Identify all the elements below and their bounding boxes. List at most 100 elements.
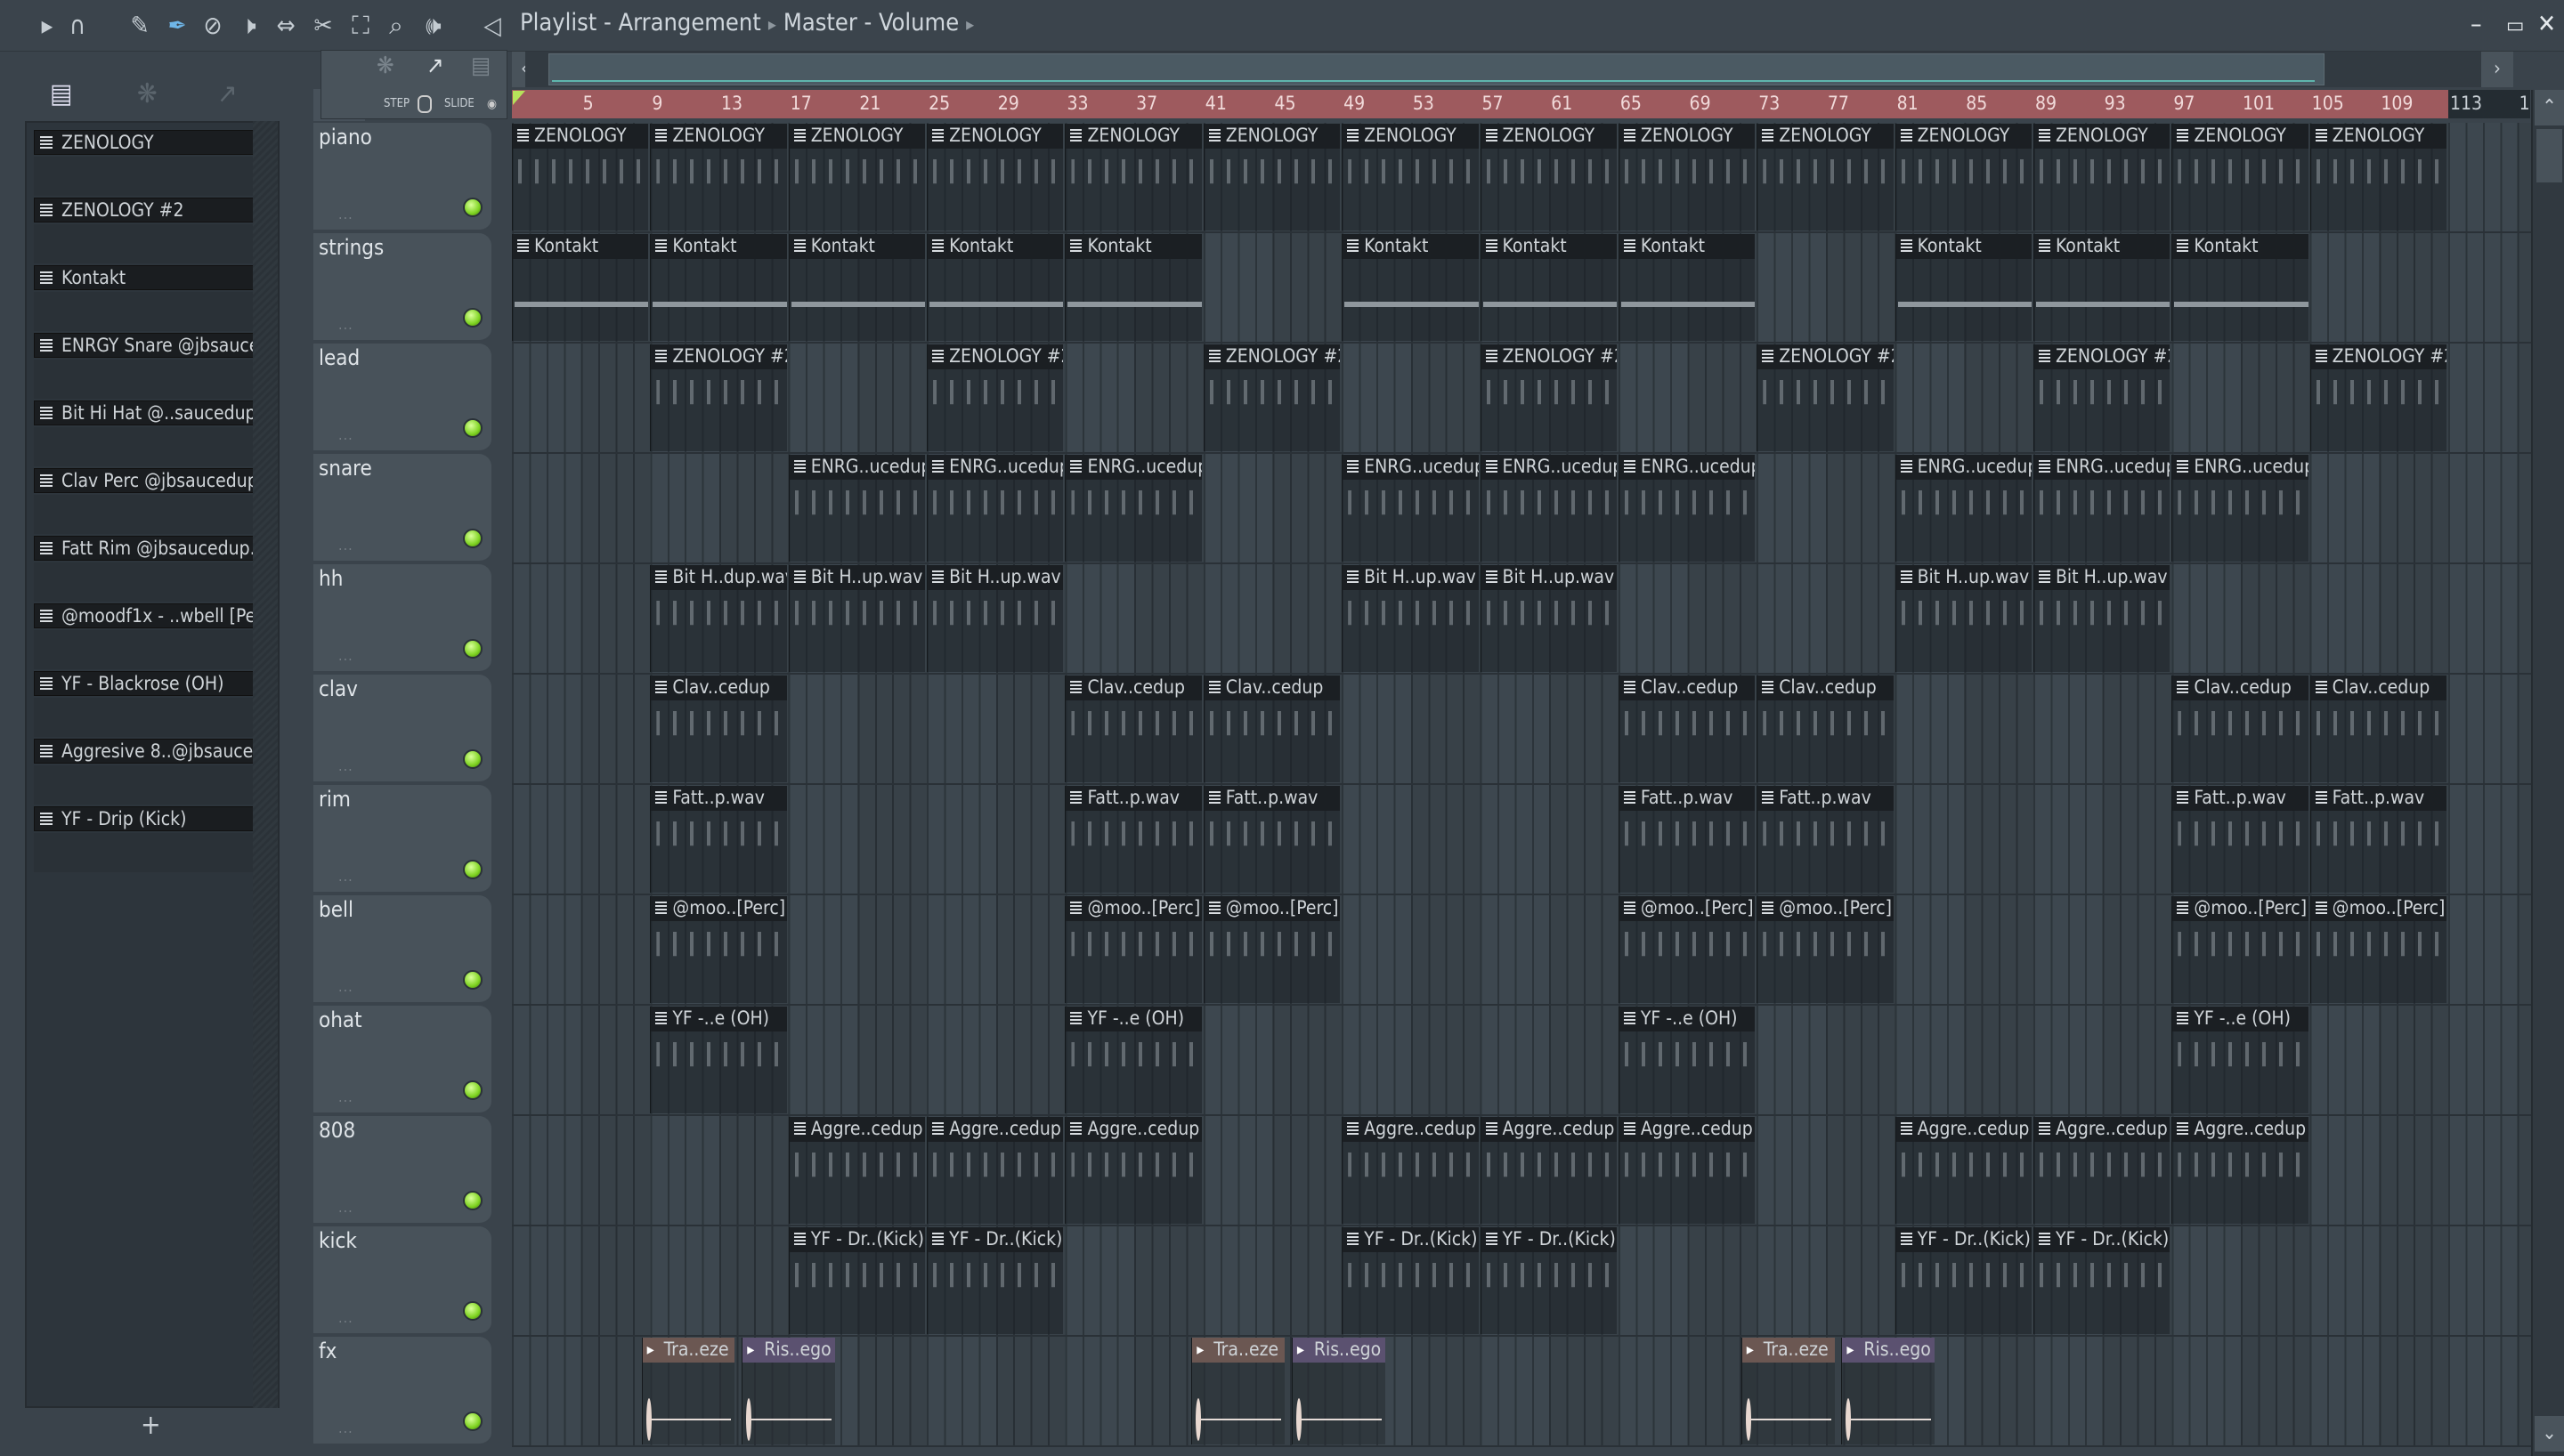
playback-icon[interactable]: 🕪 [418, 11, 449, 41]
track-header-piano[interactable]: piano... [313, 123, 491, 231]
pattern-clip[interactable]: @moo..[Perc] [1618, 896, 1756, 1003]
maximize-button[interactable]: ▭ [2506, 12, 2524, 37]
pattern-clip[interactable]: Aggre..cedup [2033, 1117, 2170, 1224]
pattern-clip[interactable]: ZENOLOGY [1203, 124, 1341, 231]
pattern-clip[interactable]: Fatt..p.wav [650, 786, 787, 893]
pattern-clip[interactable]: Kontakt [1895, 234, 2032, 341]
timeline-ruler-outside[interactable]: 113117 [2448, 90, 2552, 118]
track-menu-dots[interactable]: ... [338, 978, 353, 995]
audio-clip-icon[interactable]: ❋ [377, 53, 394, 79]
pattern-clip[interactable]: Kontakt [2033, 234, 2170, 341]
track-header-clav[interactable]: clav... [313, 675, 491, 783]
track-mute-led[interactable] [463, 418, 483, 438]
track-mute-led[interactable] [463, 970, 483, 990]
track-menu-dots[interactable]: ... [338, 1420, 353, 1436]
picker-item[interactable]: @moodf1x - ..wbell [Perc] [34, 603, 271, 671]
scroll-down-button[interactable]: ⌄ [2535, 1416, 2564, 1452]
pattern-clip[interactable]: Kontakt [512, 234, 649, 341]
picker-item[interactable]: Aggresive 8..@jbsaucedup [34, 739, 271, 806]
step-toggle[interactable] [418, 95, 432, 113]
track-header-ohat[interactable]: ohat... [313, 1006, 491, 1114]
pattern-clip[interactable]: Kontakt [788, 234, 926, 341]
track-mute-led[interactable] [463, 860, 483, 879]
slide-toggle[interactable]: ◉ [487, 97, 497, 111]
slip-icon[interactable]: ⇔ [271, 11, 301, 41]
pattern-clip[interactable]: YF -..e (OH) [2171, 1007, 2308, 1113]
pattern-clip[interactable]: ZENOLOGY [2309, 124, 2447, 231]
pattern-clip[interactable]: Kontakt [650, 234, 787, 341]
pattern-clip[interactable]: ZENOLOGY [927, 124, 1064, 231]
piano-roll-icon[interactable]: ▤ [50, 78, 73, 109]
pattern-clip[interactable]: Aggre..cedup [788, 1117, 926, 1224]
track-header-snare[interactable]: snare... [313, 454, 491, 562]
pattern-clip[interactable]: ZENOLOGY [2033, 124, 2170, 231]
pattern-clip[interactable]: ENRG..ucedup [788, 455, 926, 562]
vertical-scrollbar[interactable]: ⌃ ⌄ [2531, 90, 2564, 1456]
track-mute-led[interactable] [463, 639, 483, 659]
track-menu-dots[interactable]: ... [338, 1199, 353, 1216]
title-arrangement[interactable]: Playlist - Arrangement [520, 9, 761, 36]
pattern-clip[interactable]: Aggre..cedup [1342, 1117, 1479, 1224]
pattern-clip[interactable]: @moo..[Perc] [650, 896, 787, 1003]
pattern-clip[interactable]: ZENOLOGY [1757, 124, 1894, 231]
pattern-clip[interactable]: ZENOLOGY #2 [1480, 344, 1617, 451]
pattern-clip[interactable]: Bit H..up.wav [1895, 565, 2032, 672]
audio-clip[interactable]: Ris..ego [742, 1338, 836, 1444]
pattern-clip[interactable]: Kontakt [1480, 234, 1617, 341]
playlist-grid[interactable]: ZENOLOGY ZENOLOGY ZENOLOGY ZENOLOGY ZENOLOGY… [512, 123, 2531, 1447]
audio-clip[interactable]: Ris..ego [1291, 1338, 1385, 1444]
pattern-clip[interactable]: Bit H..up.wav [1480, 565, 1617, 672]
picker-item[interactable]: ENRGY Snare @jbsaucedup [34, 333, 271, 400]
audio-clip[interactable]: Ris..ego [1841, 1338, 1935, 1444]
automation-icon[interactable]: ↗ [217, 78, 238, 109]
pattern-clip[interactable]: ENRG..ucedup [1480, 455, 1617, 562]
scroll-right-button[interactable]: › [2481, 52, 2513, 87]
pattern-clip[interactable]: Aggre..cedup [1480, 1117, 1617, 1224]
track-header-808[interactable]: 808... [313, 1116, 491, 1225]
pattern-clip[interactable]: Aggre..cedup [1065, 1117, 1202, 1224]
track-header-kick[interactable]: kick... [313, 1226, 491, 1335]
pattern-clip-icon[interactable]: ▤ [471, 53, 491, 79]
pattern-clip[interactable]: ZENOLOGY [650, 124, 787, 231]
pattern-clip[interactable]: ZENOLOGY #2 [1757, 344, 1894, 451]
pattern-clip[interactable]: Clav..cedup [1203, 675, 1341, 782]
pattern-clip[interactable]: YF - Dr..(Kick) [788, 1227, 926, 1334]
pattern-clip[interactable]: Aggre..cedup [2171, 1117, 2308, 1224]
track-menu-dots[interactable]: ... [338, 1309, 353, 1326]
pattern-clip[interactable]: Bit H..up.wav [2033, 565, 2170, 672]
track-header-fx[interactable]: fx... [313, 1337, 491, 1445]
audio-clip[interactable]: Tra..eze [641, 1338, 735, 1444]
pattern-clip[interactable]: Clav..cedup [2171, 675, 2308, 782]
pattern-clip[interactable]: Clav..cedup [1618, 675, 1756, 782]
pattern-clip[interactable]: YF - Dr..(Kick) [1342, 1227, 1479, 1334]
scroll-up-button[interactable]: ⌃ [2535, 90, 2564, 125]
audio-icon[interactable]: ❋ [137, 78, 158, 109]
pattern-clip[interactable]: Kontakt [1618, 234, 1756, 341]
picker-item[interactable]: Kontakt [34, 265, 271, 333]
pattern-clip[interactable]: Kontakt [927, 234, 1064, 341]
track-header-lead[interactable]: lead... [313, 344, 491, 452]
pattern-clip[interactable]: @moo..[Perc] [1757, 896, 1894, 1003]
speaker-icon[interactable]: ◁ [477, 11, 507, 41]
pattern-clip[interactable]: Bit H..up.wav [927, 565, 1064, 672]
pattern-clip[interactable]: ZENOLOGY #2 [650, 344, 787, 451]
zoom-icon[interactable]: ⌕ [381, 11, 411, 41]
pattern-clip[interactable]: ENRG..ucedup [2171, 455, 2308, 562]
track-mute-led[interactable] [463, 529, 483, 548]
pattern-clip[interactable]: ZENOLOGY [1480, 124, 1617, 231]
pattern-clip[interactable]: ENRG..ucedup [1342, 455, 1479, 562]
close-button[interactable]: ✕ [2537, 9, 2556, 38]
pattern-clip[interactable]: Fatt..p.wav [1065, 786, 1202, 893]
pattern-clip[interactable]: @moo..[Perc] [2171, 896, 2308, 1003]
title-target[interactable]: Master - Volume [783, 9, 959, 36]
audio-clip[interactable]: Tra..eze [1191, 1338, 1285, 1444]
pattern-clip[interactable]: YF -..e (OH) [1618, 1007, 1756, 1113]
track-mute-led[interactable] [463, 1412, 483, 1431]
pattern-clip[interactable]: ENRG..ucedup [1895, 455, 2032, 562]
track-menu-dots[interactable]: ... [338, 206, 353, 222]
pattern-clip[interactable]: @moo..[Perc] [2309, 896, 2447, 1003]
picker-item[interactable]: Fatt Rim @jbsaucedup.wav [34, 536, 271, 603]
paint-icon[interactable]: ✒ [162, 11, 192, 41]
delete-icon[interactable]: ⊘ [198, 11, 228, 41]
track-header-hh[interactable]: hh... [313, 564, 491, 673]
